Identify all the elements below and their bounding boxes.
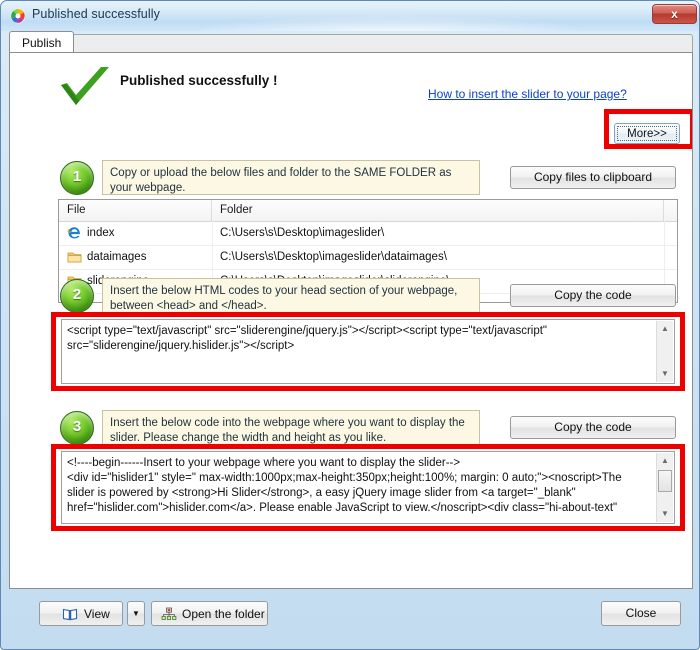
how-to-insert-link[interactable]: How to insert the slider to your page?	[428, 87, 627, 101]
book-icon	[62, 608, 78, 621]
more-button[interactable]: More>>	[614, 123, 680, 144]
step-2-code-area[interactable]: <script type="text/javascript" src="slid…	[61, 319, 675, 384]
tab-strip-filler	[73, 34, 693, 53]
title-bar: Published successfully x	[1, 1, 699, 31]
folder-path: C:\Users\s\Desktop\imageslider\	[220, 227, 385, 239]
step-2-badge: 2	[60, 279, 94, 313]
view-button-label: View	[84, 607, 110, 621]
step-1-badge: 1	[60, 161, 94, 195]
table-row[interactable]: index C:\Users\s\Desktop\imageslider\	[59, 221, 677, 246]
green-checkmark-icon	[61, 67, 109, 105]
tab-publish[interactable]: Publish	[9, 31, 75, 53]
step-3-badge: 3	[60, 411, 94, 445]
window-title: Published successfully	[32, 7, 160, 21]
triangle-down-icon: ▼	[132, 609, 140, 618]
step-2-instruction: Insert the below HTML codes to your head…	[102, 278, 480, 313]
view-dropdown-button[interactable]: ▼	[127, 601, 145, 626]
column-header-file[interactable]: File	[59, 200, 212, 221]
folder-icon	[67, 252, 82, 263]
copy-the-code-button-2[interactable]: Copy the code	[510, 284, 676, 307]
open-the-folder-label: Open the folder	[182, 607, 265, 621]
step-2-number: 2	[72, 286, 82, 303]
step-3-instruction: Insert the below code into the webpage w…	[102, 410, 480, 445]
file-name: index	[87, 227, 115, 239]
network-folder-icon	[161, 607, 177, 620]
scroll-thumb[interactable]	[658, 470, 672, 492]
step-3-code-text: <!----begin------Insert to your webpage …	[67, 457, 622, 514]
dialog-footer: View ▼ Open the folder Close	[9, 589, 693, 641]
column-header-folder[interactable]: Folder	[212, 200, 664, 221]
scroll-down-icon[interactable]: ▼	[657, 366, 673, 382]
column-header-extra[interactable]	[664, 200, 677, 221]
pinwheel-logo-icon	[10, 8, 26, 24]
scroll-up-icon[interactable]: ▲	[657, 453, 673, 469]
more-button-label: More>>	[617, 126, 677, 141]
table-header-row: File Folder	[59, 200, 677, 222]
view-button[interactable]: View	[39, 601, 123, 626]
scroll-up-icon[interactable]: ▲	[657, 321, 673, 337]
step-1-number: 1	[72, 168, 82, 185]
publish-panel: Published successfully ! How to insert t…	[9, 52, 693, 589]
copy-the-code-button-3[interactable]: Copy the code	[510, 416, 676, 439]
page-title: Published successfully !	[120, 73, 278, 88]
step-3-number: 3	[72, 418, 82, 435]
step-2-code-text: <script type="text/javascript" src="slid…	[67, 325, 551, 352]
step-3-code-area[interactable]: <!----begin------Insert to your webpage …	[61, 451, 675, 524]
step-3-scrollbar[interactable]: ▲ ▼	[656, 453, 673, 522]
published-successfully-dialog: Published successfully x Publish Publish…	[0, 0, 700, 650]
scroll-down-icon[interactable]: ▼	[657, 506, 673, 522]
close-icon: x	[671, 7, 678, 21]
step-2-scrollbar[interactable]: ▲ ▼	[656, 321, 673, 382]
folder-path: C:\Users\s\Desktop\imageslider\dataimage…	[220, 251, 447, 263]
open-the-folder-button[interactable]: Open the folder	[151, 601, 268, 626]
window-close-button[interactable]: x	[652, 4, 697, 24]
internet-explorer-icon	[67, 227, 80, 239]
table-row[interactable]: dataimages C:\Users\s\Desktop\imageslide…	[59, 245, 677, 270]
tab-strip: Publish	[9, 31, 693, 53]
file-name: dataimages	[87, 251, 147, 263]
close-button[interactable]: Close	[601, 601, 681, 626]
step-1-instruction: Copy or upload the below files and folde…	[102, 160, 480, 195]
copy-files-to-clipboard-button[interactable]: Copy files to clipboard	[510, 166, 676, 189]
